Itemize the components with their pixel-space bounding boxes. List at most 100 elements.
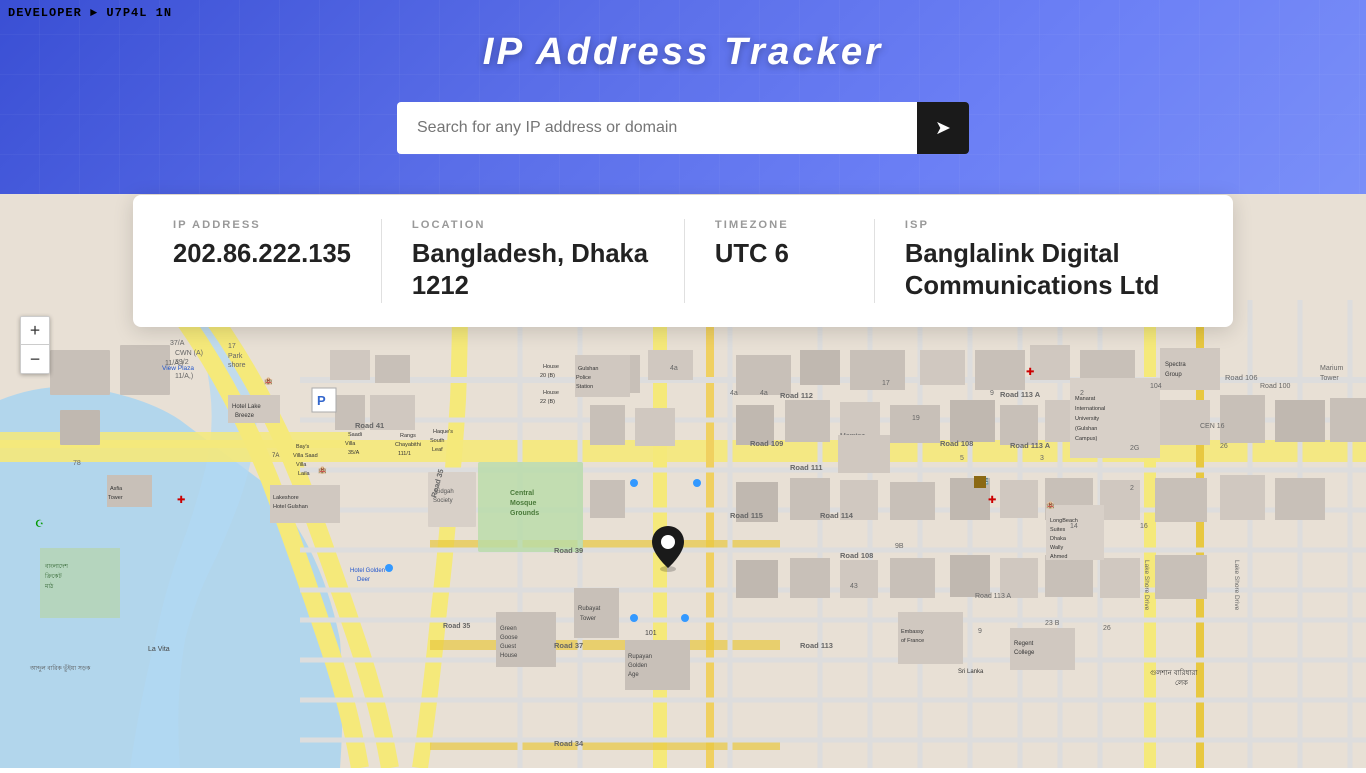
svg-text:Road 113 A: Road 113 A xyxy=(975,593,1011,600)
svg-text:ক্রিকেট: ক্রিকেট xyxy=(44,572,62,580)
svg-text:✚: ✚ xyxy=(1026,367,1034,378)
svg-text:Tower: Tower xyxy=(108,495,123,501)
svg-text:House: House xyxy=(543,390,559,396)
svg-text:Goose: Goose xyxy=(500,635,518,641)
svg-text:International: International xyxy=(1075,406,1105,412)
svg-text:Road 35: Road 35 xyxy=(443,623,470,630)
svg-text:Rupayan: Rupayan xyxy=(628,654,652,660)
svg-text:College: College xyxy=(1014,650,1035,656)
svg-text:111/1: 111/1 xyxy=(398,451,411,457)
svg-text:Asfia: Asfia xyxy=(110,486,123,492)
svg-text:গুলশান বারিধারা: গুলশান বারিধারা xyxy=(1150,669,1198,677)
svg-text:La Vita: La Vita xyxy=(148,646,170,653)
svg-text:9: 9 xyxy=(978,628,982,635)
hero-section: IP Address Tracker ➤ xyxy=(0,0,1366,194)
svg-text:shore: shore xyxy=(228,362,246,369)
svg-text:Hotel Gulshan: Hotel Gulshan xyxy=(273,504,308,510)
isp-section: ISP Banglalink Digital Communications Lt… xyxy=(875,219,1193,303)
svg-text:Regent: Regent xyxy=(1014,641,1034,647)
location-section: LOCATION Bangladesh, Dhaka 1212 xyxy=(382,219,685,303)
svg-text:Golden: Golden xyxy=(628,663,647,669)
svg-text:Road 115: Road 115 xyxy=(730,511,763,520)
svg-text:4a: 4a xyxy=(760,390,768,397)
svg-text:101: 101 xyxy=(645,630,657,637)
ip-value: 202.86.222.135 xyxy=(173,239,351,271)
svg-text:11/A,): 11/A,) xyxy=(175,373,193,380)
svg-text:19: 19 xyxy=(912,415,920,422)
svg-text:🏨: 🏨 xyxy=(1046,501,1055,509)
app-title: IP Address Tracker xyxy=(0,30,1366,74)
svg-text:Hotel Lake: Hotel Lake xyxy=(232,404,261,410)
svg-text:17: 17 xyxy=(882,380,890,387)
zoom-in-button[interactable]: + xyxy=(21,317,49,345)
map-pin xyxy=(648,524,688,572)
svg-text:Hotel Golden: Hotel Golden xyxy=(350,568,385,574)
svg-text:Central: Central xyxy=(510,490,534,497)
svg-text:আব্দুল বারিক ভুঁইয়া সড়ক: আব্দুল বারিক ভুঁইয়া সড়ক xyxy=(29,664,91,672)
svg-text:Road 113: Road 113 xyxy=(800,641,833,650)
svg-text:Mosque: Mosque xyxy=(510,500,537,507)
svg-text:University: University xyxy=(1075,416,1099,422)
svg-text:🏨: 🏨 xyxy=(318,466,327,474)
ip-section: IP ADDRESS 202.86.222.135 xyxy=(173,219,382,303)
svg-text:লেক: লেক xyxy=(1175,680,1188,687)
svg-text:35/A: 35/A xyxy=(348,450,360,456)
svg-text:Road 37: Road 37 xyxy=(554,641,583,650)
timezone-value: UTC 6 xyxy=(715,239,844,271)
search-input[interactable] xyxy=(397,102,917,154)
svg-text:3: 3 xyxy=(1040,455,1044,462)
svg-text:26: 26 xyxy=(1220,443,1228,450)
svg-text:Bay's: Bay's xyxy=(296,444,310,450)
search-arrow-icon: ➤ xyxy=(935,116,951,140)
svg-text:Spectra: Spectra xyxy=(1165,362,1186,368)
svg-text:9B: 9B xyxy=(895,543,904,550)
svg-text:Deer: Deer xyxy=(357,577,370,583)
svg-text:Ahmed: Ahmed xyxy=(1050,554,1067,560)
svg-text:Road 112: Road 112 xyxy=(780,391,813,400)
svg-text:House: House xyxy=(543,364,559,370)
svg-text:9: 9 xyxy=(990,390,994,397)
svg-text:✚: ✚ xyxy=(988,495,996,506)
svg-text:Tower: Tower xyxy=(580,616,596,622)
svg-text:Lake Shore Drive: Lake Shore Drive xyxy=(1233,560,1240,611)
svg-text:Road 108: Road 108 xyxy=(840,551,873,560)
svg-text:16: 16 xyxy=(1140,523,1148,530)
location-value: Bangladesh, Dhaka 1212 xyxy=(412,239,654,303)
svg-text:Road 113 A: Road 113 A xyxy=(1010,441,1051,450)
svg-text:Road 111: Road 111 xyxy=(790,463,823,472)
svg-text:37/A: 37/A xyxy=(170,340,185,347)
timezone-section: TIMEZONE UTC 6 xyxy=(685,219,875,303)
svg-text:Park: Park xyxy=(228,353,243,360)
svg-text:Road 41: Road 41 xyxy=(355,421,384,430)
svg-text:Road 114: Road 114 xyxy=(820,511,854,520)
svg-text:4a: 4a xyxy=(670,365,678,372)
svg-text:Guest: Guest xyxy=(500,644,516,650)
svg-text:23 B: 23 B xyxy=(1045,620,1060,627)
svg-text:17: 17 xyxy=(228,343,236,350)
svg-text:Villa Saad: Villa Saad xyxy=(293,453,318,459)
svg-text:5: 5 xyxy=(960,455,964,462)
svg-text:78: 78 xyxy=(73,460,81,467)
svg-text:Campus): Campus) xyxy=(1075,436,1097,442)
svg-text:Laila: Laila xyxy=(298,471,311,477)
ip-label: IP ADDRESS xyxy=(173,219,351,231)
search-bar: ➤ xyxy=(0,102,1366,154)
svg-text:22 (B): 22 (B) xyxy=(540,399,555,405)
svg-text:Lake Shore Drive: Lake Shore Drive xyxy=(1143,560,1150,611)
svg-text:104: 104 xyxy=(1150,383,1162,390)
svg-text:Grounds: Grounds xyxy=(510,510,539,517)
svg-text:(Gulshan: (Gulshan xyxy=(1075,426,1097,432)
svg-text:Police: Police xyxy=(576,375,591,381)
search-button[interactable]: ➤ xyxy=(917,102,969,154)
svg-text:4a: 4a xyxy=(730,390,738,397)
zoom-out-button[interactable]: − xyxy=(21,345,49,373)
svg-text:Sri Lanka: Sri Lanka xyxy=(958,669,984,675)
svg-text:2: 2 xyxy=(1130,485,1134,492)
dev-tag: DEVELOPER ► U7P4L 1N xyxy=(8,6,172,20)
svg-text:Road 109: Road 109 xyxy=(750,439,783,448)
svg-text:CEN 16: CEN 16 xyxy=(1200,423,1225,430)
svg-text:Villa: Villa xyxy=(296,462,307,468)
svg-text:Wally: Wally xyxy=(1050,545,1063,551)
svg-text:14: 14 xyxy=(1070,523,1078,530)
svg-text:CWN (A): CWN (A) xyxy=(175,350,203,357)
